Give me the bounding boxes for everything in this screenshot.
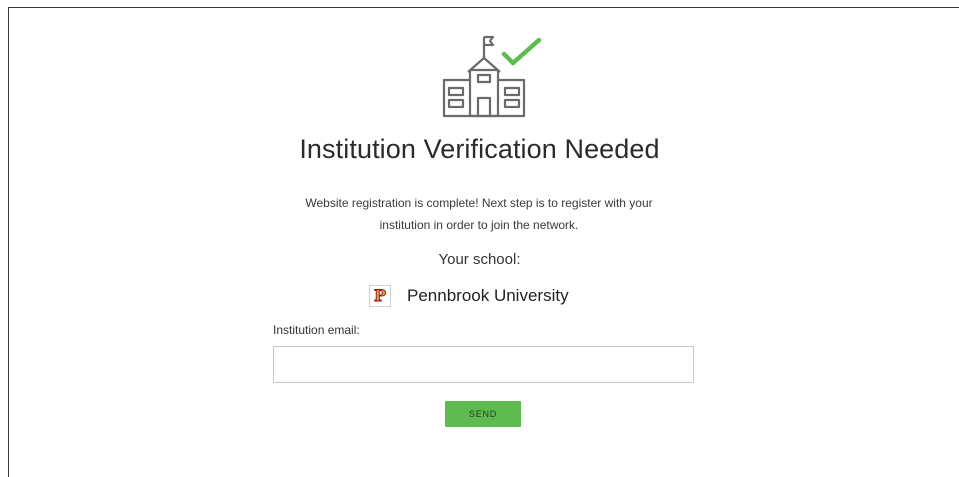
checkmark-icon [501, 37, 542, 66]
institution-email-label: Institution email: [273, 323, 360, 337]
school-name: Pennbrook University [407, 286, 569, 305]
school-building-icon [442, 35, 542, 118]
registration-message: Website registration is complete! Next s… [305, 196, 653, 232]
institution-email-input[interactable] [273, 346, 694, 383]
school-info: P Pennbrook University [369, 283, 569, 309]
send-button[interactable]: SEND [445, 401, 521, 427]
school-label: Your school: [438, 251, 521, 268]
page-title: Institution Verification Needed [299, 134, 660, 164]
school-logo-letter: P [373, 286, 387, 305]
school-logo: P [369, 285, 391, 307]
